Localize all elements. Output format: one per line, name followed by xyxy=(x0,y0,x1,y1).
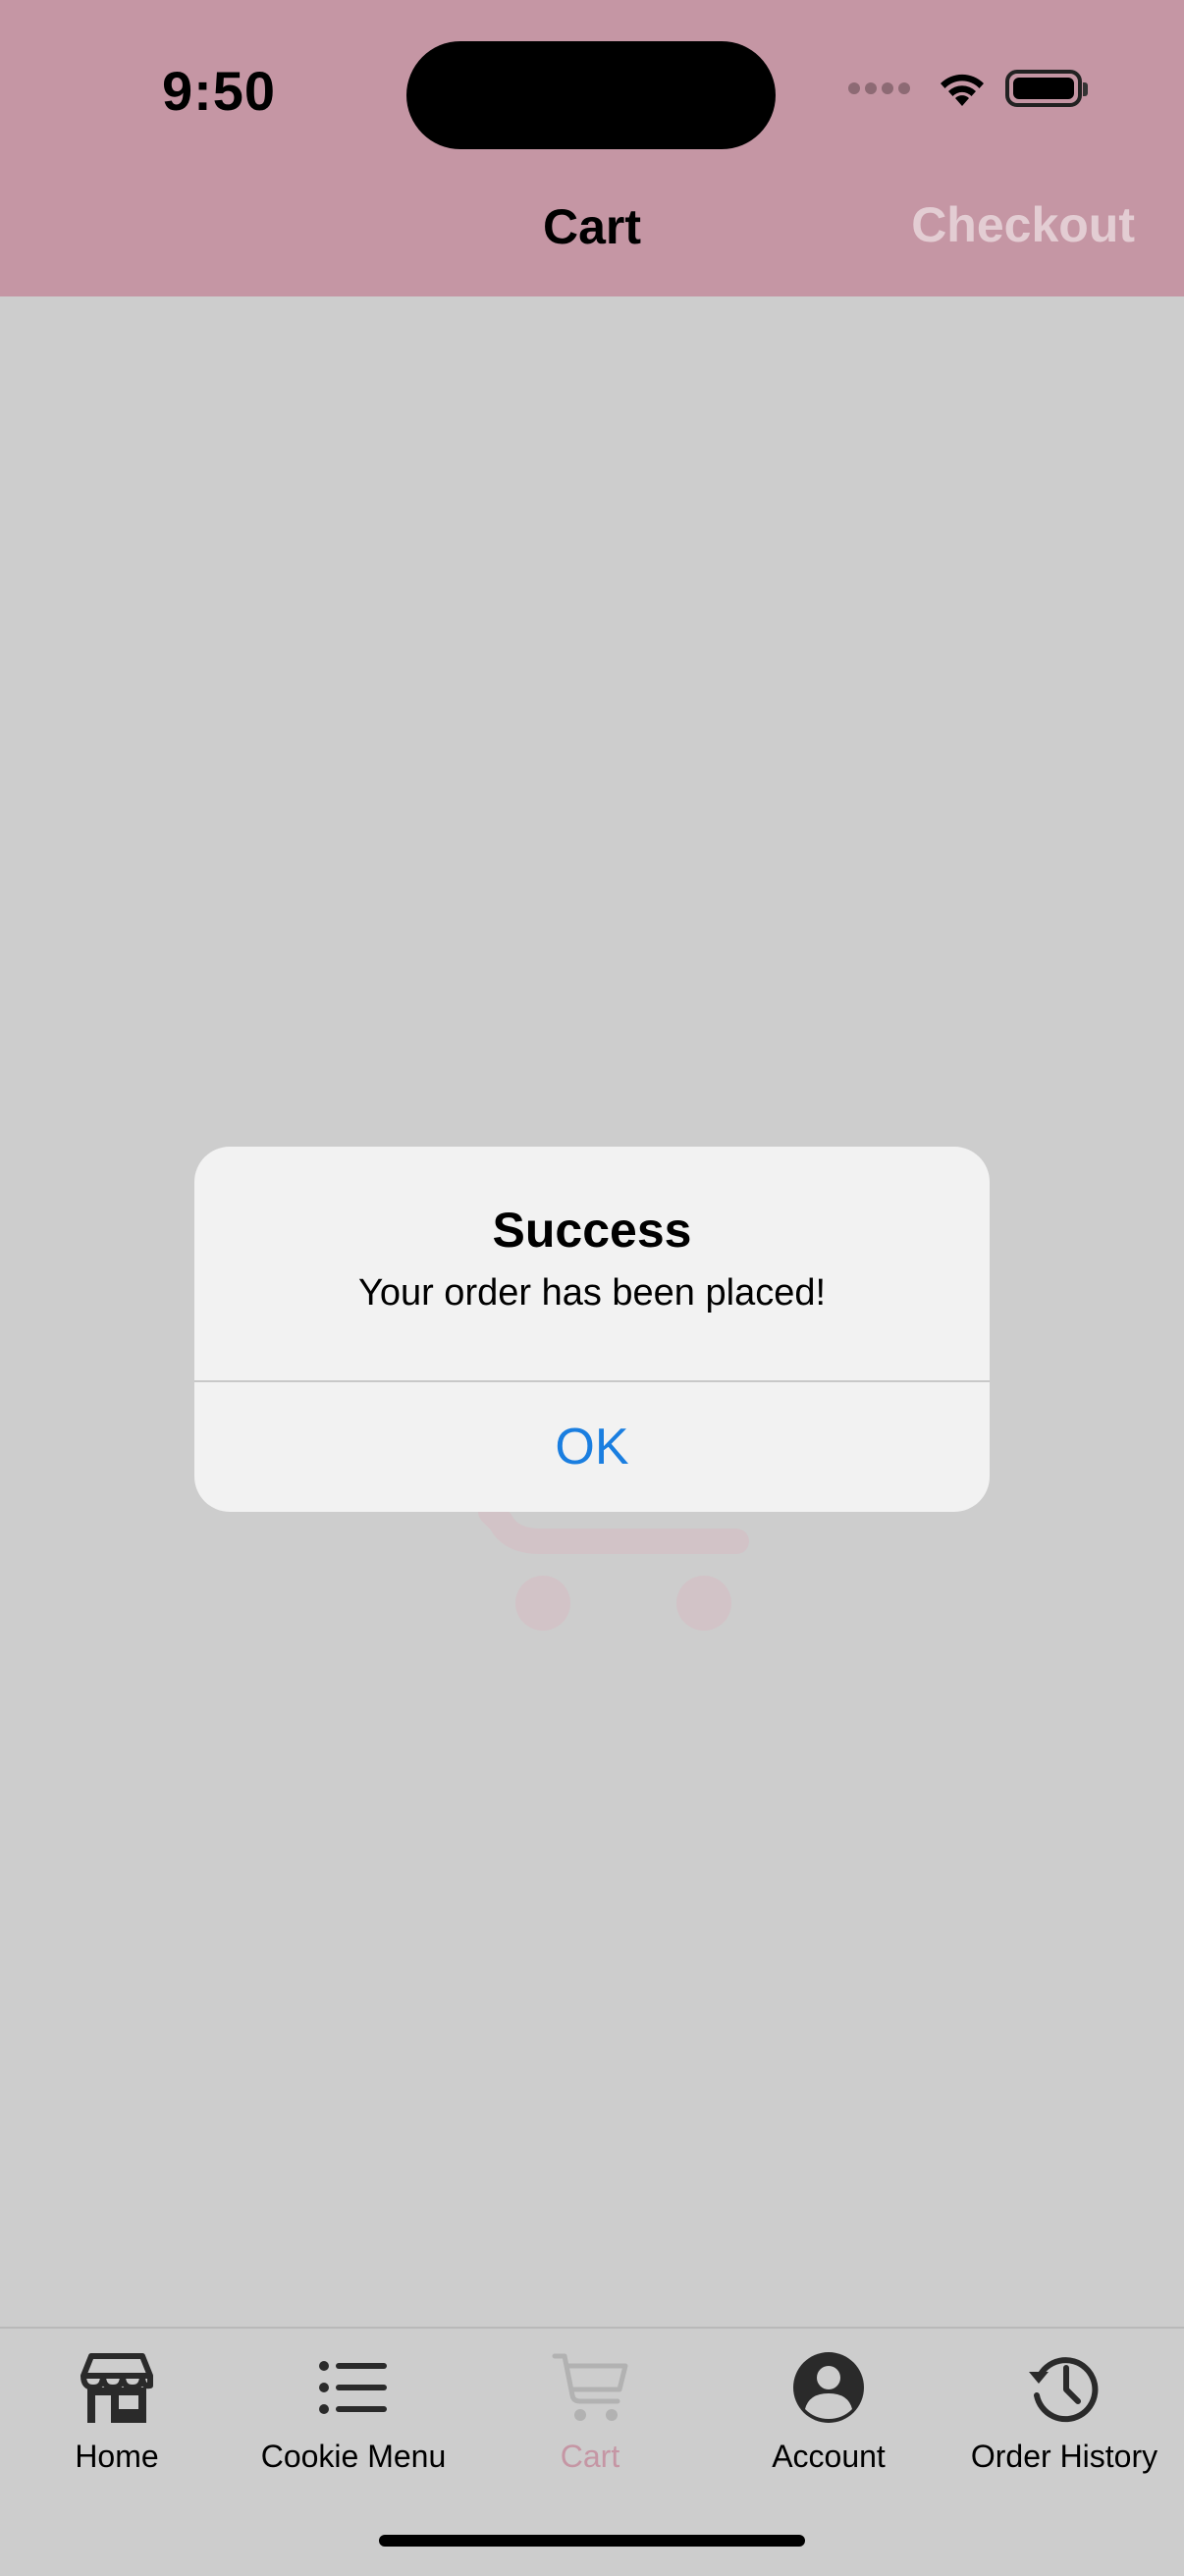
success-alert-dialog: Success Your order has been placed! OK xyxy=(194,1147,990,1512)
cellular-signal-icon xyxy=(848,82,915,94)
status-icons xyxy=(848,69,1088,108)
tab-account-label: Account xyxy=(772,2439,886,2474)
alert-ok-button[interactable]: OK xyxy=(194,1382,990,1512)
history-icon xyxy=(1029,2357,1099,2423)
navigation-header: 9:50 Cart Checkout xyxy=(0,0,1184,296)
alert-title: Success xyxy=(492,1203,692,1258)
tab-cookie-menu[interactable]: Cookie Menu xyxy=(236,2348,471,2496)
tab-order-history-label: Order History xyxy=(970,2439,1158,2474)
storefront-icon xyxy=(81,2353,153,2423)
tab-cookie-menu-label: Cookie Menu xyxy=(260,2439,447,2474)
alert-message: Your order has been placed! xyxy=(357,1272,827,1314)
account-circle-icon xyxy=(793,2352,864,2423)
status-time: 9:50 xyxy=(161,60,277,122)
tab-cart[interactable]: Cart xyxy=(472,2348,708,2496)
home-indicator xyxy=(379,2535,805,2547)
tab-cart-label: Cart xyxy=(560,2439,620,2474)
tab-order-history[interactable]: Order History xyxy=(946,2348,1182,2496)
battery-icon xyxy=(1005,70,1088,107)
tab-home-label: Home xyxy=(75,2439,159,2474)
tab-account[interactable]: Account xyxy=(711,2348,946,2496)
dynamic-island xyxy=(406,41,776,149)
cart-icon xyxy=(552,2353,628,2421)
tab-home[interactable]: Home xyxy=(0,2348,235,2496)
list-icon xyxy=(319,2361,387,2414)
checkout-button[interactable]: Checkout xyxy=(911,196,1135,253)
wifi-icon xyxy=(941,74,984,106)
